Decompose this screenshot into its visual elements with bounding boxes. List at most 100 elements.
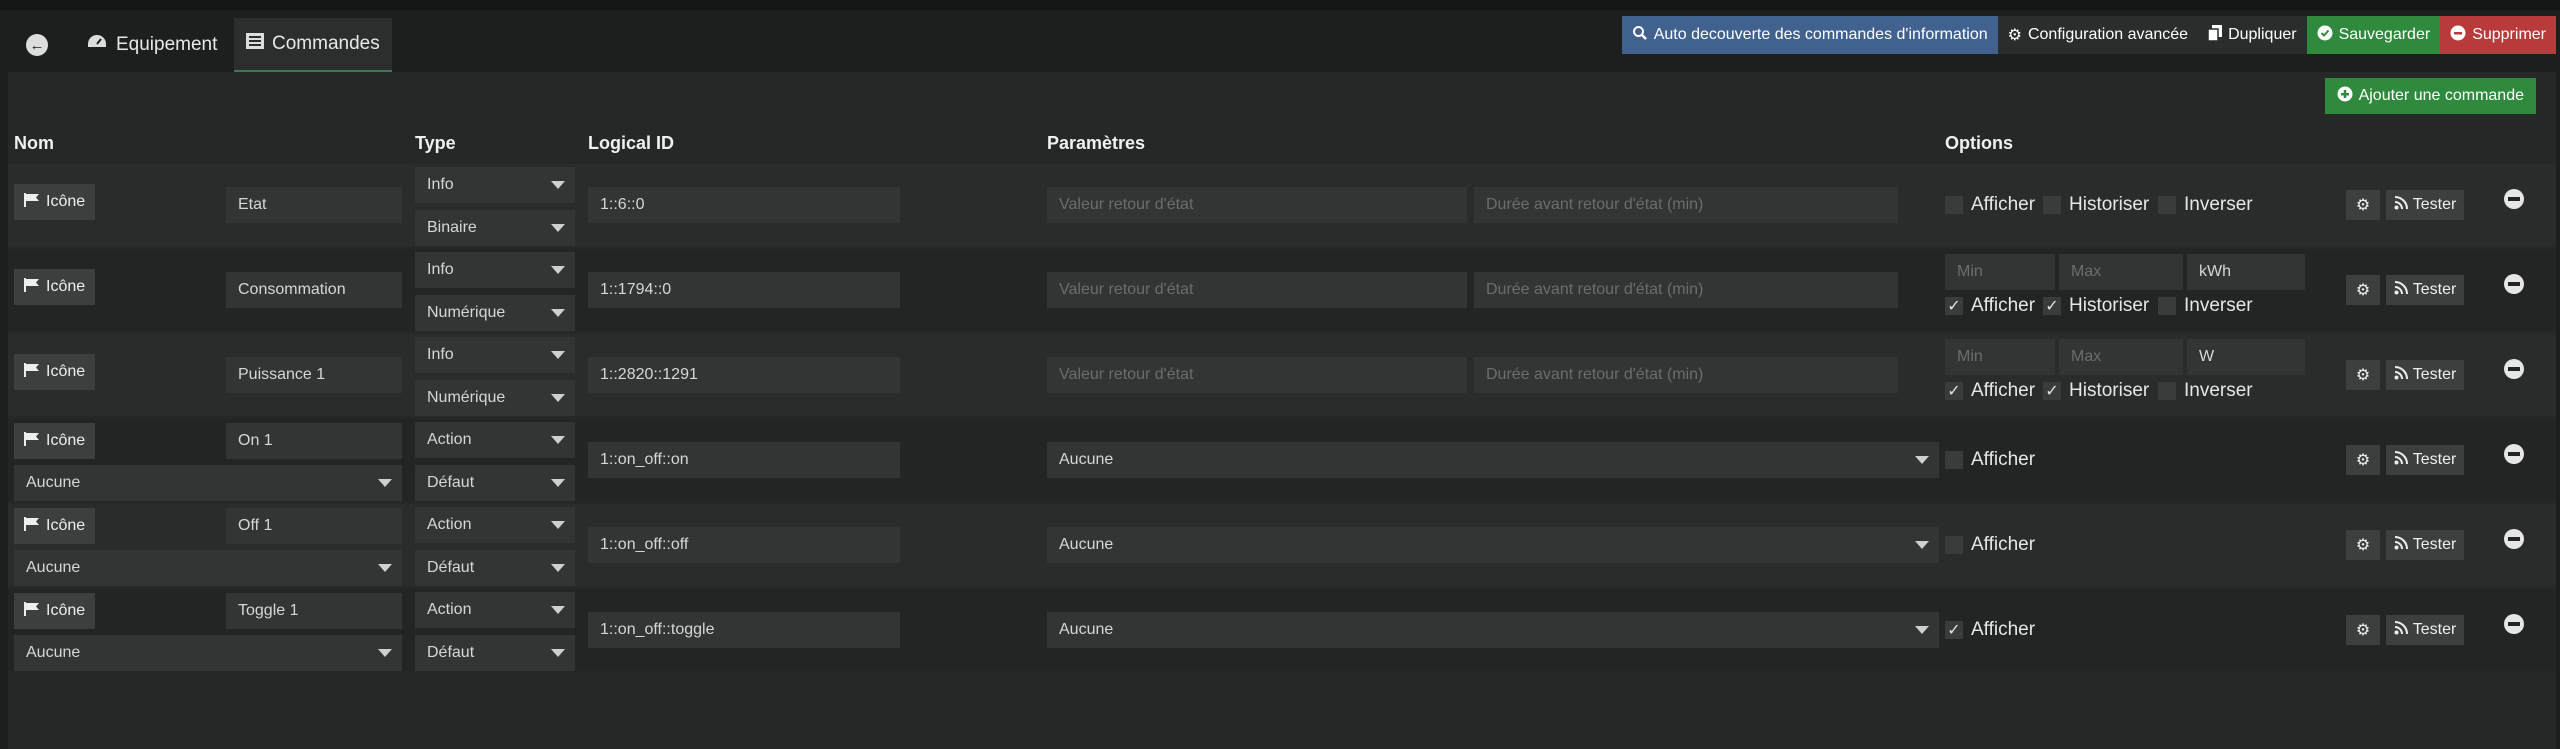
subtype-select[interactable]: Défaut (415, 635, 575, 671)
min-input[interactable]: Min (1945, 339, 2055, 375)
subtype-select[interactable]: Défaut (415, 550, 575, 586)
name-input[interactable]: Off 1 (226, 508, 402, 544)
config-button[interactable]: ⚙ (2346, 360, 2380, 390)
rss-icon (2394, 450, 2408, 470)
inverser-checkbox[interactable]: Inverser (2158, 192, 2253, 218)
afficher-checkbox[interactable]: Afficher (1945, 447, 2035, 473)
afficher-checkbox[interactable]: Afficher (1945, 192, 2035, 218)
return-value-input[interactable]: Valeur retour d'état (1047, 187, 1467, 223)
logical-id-input[interactable]: 1::on_off::off (588, 527, 900, 563)
value-select[interactable]: Aucune (14, 465, 402, 501)
test-button[interactable]: Tester (2386, 275, 2464, 305)
name-input[interactable]: Consommation (226, 272, 402, 308)
subtype-select[interactable]: Numérique (415, 380, 575, 416)
type-select[interactable]: Info (415, 337, 575, 373)
remove-command-icon[interactable] (2504, 189, 2524, 209)
logical-id-input[interactable]: 1::on_off::on (588, 442, 900, 478)
inverser-checkbox[interactable]: Inverser (2158, 293, 2253, 319)
max-input[interactable]: Max (2059, 254, 2183, 290)
return-value-input[interactable]: Valeur retour d'état (1047, 357, 1467, 393)
table-row: Icône Puissance 1 InfoNumérique 1::2820::12… (8, 334, 2556, 416)
parameter-select[interactable]: Aucune (1047, 442, 1939, 478)
type-select[interactable]: Info (415, 167, 575, 203)
type-select[interactable]: Action (415, 507, 575, 543)
historiser-checkbox[interactable]: ✓ Historiser (2043, 378, 2149, 404)
logical-id-input[interactable]: 1::2820::1291 (588, 357, 900, 393)
tab-equipement[interactable]: Equipement (86, 18, 217, 72)
subtype-select[interactable]: Défaut (415, 465, 575, 501)
name-input[interactable]: Puissance 1 (226, 357, 402, 393)
max-input[interactable]: Max (2059, 339, 2183, 375)
subtype-select[interactable]: Numérique (415, 295, 575, 331)
historiser-checkbox[interactable]: ✓ Historiser (2043, 293, 2149, 319)
return-delay-input[interactable]: Durée avant retour d'état (min) (1474, 272, 1898, 308)
afficher-checkbox[interactable]: ✓ Afficher (1945, 378, 2035, 404)
table-row: Icône Off 1Aucune ActionDéfaut 1::on_off::o… (8, 504, 2556, 586)
plus-circle-icon (2337, 86, 2353, 107)
afficher-checkbox[interactable]: Afficher (1945, 532, 2035, 558)
parameter-select[interactable]: Aucune (1047, 527, 1939, 563)
type-select[interactable]: Action (415, 592, 575, 628)
return-value-input[interactable]: Valeur retour d'état (1047, 272, 1467, 308)
name-input[interactable]: On 1 (226, 423, 402, 459)
header-logical-id: Logical ID (588, 133, 675, 153)
remove-command-icon[interactable] (2504, 359, 2524, 379)
remove-command-icon[interactable] (2504, 529, 2524, 549)
save-button[interactable]: Sauvegarder (2306, 16, 2441, 54)
test-button[interactable]: Tester (2386, 530, 2464, 560)
unit-input[interactable]: kWh (2187, 254, 2305, 290)
remove-command-icon[interactable] (2504, 614, 2524, 634)
icon-button[interactable]: Icône (14, 423, 96, 459)
test-button[interactable]: Tester (2386, 360, 2464, 390)
duplicate-button[interactable]: Dupliquer (2198, 16, 2307, 54)
min-input[interactable]: Min (1945, 254, 2055, 290)
name-input[interactable]: Etat (226, 187, 402, 223)
test-button[interactable]: Tester (2386, 615, 2464, 645)
back-button[interactable]: ← (26, 18, 48, 72)
config-button[interactable]: ⚙ (2346, 190, 2380, 220)
unit-input[interactable]: W (2187, 339, 2305, 375)
afficher-checkbox[interactable]: ✓ Afficher (1945, 617, 2035, 643)
list-icon (246, 33, 264, 55)
type-select[interactable]: Info (415, 252, 575, 288)
icon-button[interactable]: Icône (14, 593, 96, 629)
checkmark-icon: ✓ (2043, 382, 2061, 400)
subtype-select[interactable]: Binaire (415, 210, 575, 246)
remove-command-icon[interactable] (2504, 274, 2524, 294)
rss-icon (2394, 195, 2408, 215)
test-button[interactable]: Tester (2386, 190, 2464, 220)
config-button[interactable]: ⚙ (2346, 445, 2380, 475)
flag-icon (24, 277, 40, 297)
tab-commandes[interactable]: Commandes (234, 18, 392, 72)
return-delay-input[interactable]: Durée avant retour d'état (min) (1474, 357, 1898, 393)
icon-button[interactable]: Icône (14, 508, 96, 544)
type-select[interactable]: Action (415, 422, 575, 458)
flag-icon (24, 431, 40, 451)
parameter-select[interactable]: Aucune (1047, 612, 1939, 648)
inverser-checkbox[interactable]: Inverser (2158, 378, 2253, 404)
add-command-button[interactable]: Ajouter une commande (2324, 78, 2536, 114)
value-select[interactable]: Aucune (14, 550, 402, 586)
icon-button[interactable]: Icône (14, 269, 96, 305)
name-input[interactable]: Toggle 1 (226, 593, 402, 629)
value-select[interactable]: Aucune (14, 635, 402, 671)
test-button[interactable]: Tester (2386, 445, 2464, 475)
config-button[interactable]: ⚙ (2346, 615, 2380, 645)
delete-button[interactable]: Supprimer (2440, 16, 2556, 54)
remove-command-icon[interactable] (2504, 444, 2524, 464)
config-button[interactable]: ⚙ (2346, 275, 2380, 305)
advanced-config-button[interactable]: ⚙ Configuration avancée (1997, 16, 2199, 54)
auto-discovery-button[interactable]: Auto decouverte des commandes d'informat… (1621, 16, 1998, 54)
flag-icon (24, 601, 40, 621)
logical-id-input[interactable]: 1::1794::0 (588, 272, 900, 308)
logical-id-input[interactable]: 1::6::0 (588, 187, 900, 223)
cogs-icon: ⚙ (2007, 27, 2022, 44)
historiser-checkbox[interactable]: Historiser (2043, 192, 2149, 218)
header-parametres: Paramètres (1047, 133, 1146, 153)
config-button[interactable]: ⚙ (2346, 530, 2380, 560)
return-delay-input[interactable]: Durée avant retour d'état (min) (1474, 187, 1898, 223)
afficher-checkbox[interactable]: ✓ Afficher (1945, 293, 2035, 319)
icon-button[interactable]: Icône (14, 354, 96, 390)
logical-id-input[interactable]: 1::on_off::toggle (588, 612, 900, 648)
icon-button[interactable]: Icône (14, 184, 96, 220)
